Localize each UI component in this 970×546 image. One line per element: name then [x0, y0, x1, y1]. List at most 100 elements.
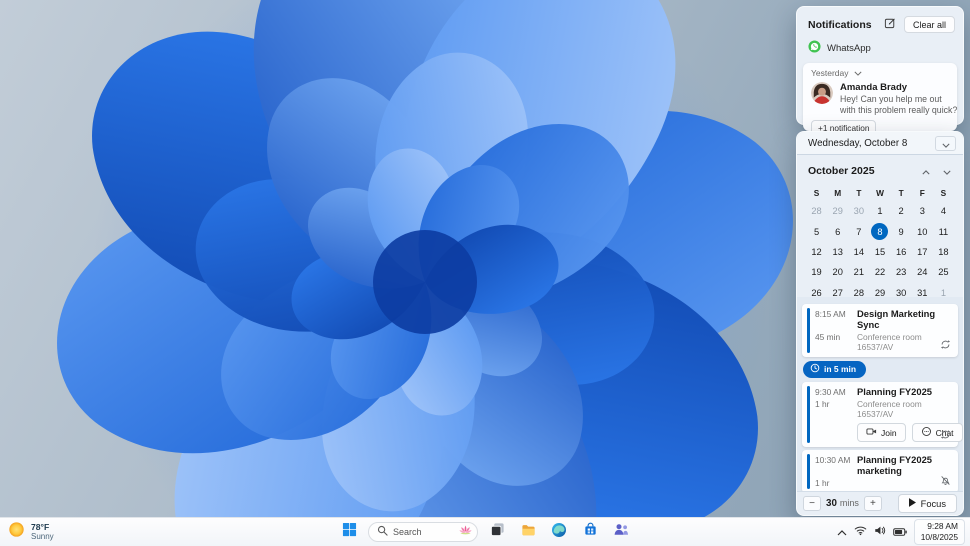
chevron-up-icon: [837, 523, 847, 541]
snooze-unit: mins: [839, 498, 859, 508]
clear-all-button[interactable]: Clear all: [903, 16, 955, 33]
snooze-duration: 30 mins: [826, 498, 859, 509]
calendar-day[interactable]: 25: [933, 262, 954, 282]
snooze-value: 30: [826, 498, 837, 509]
chevron-down-icon: [941, 136, 950, 151]
desktop: Notifications Clear all WhatsApp Yesterd…: [0, 0, 970, 546]
calendar-day[interactable]: 9: [891, 221, 912, 241]
snooze-increase-button[interactable]: +: [863, 496, 882, 511]
calendar-day[interactable]: 19: [806, 262, 827, 282]
selected-day-circle: 8: [871, 223, 889, 241]
calendar-day[interactable]: 1: [869, 201, 890, 221]
calendar-date-header: Wednesday, October 8: [808, 137, 908, 149]
file-explorer-button[interactable]: [516, 520, 540, 544]
agenda-item[interactable]: 8:15 AM Design Marketing Sync 45 min Confer…: [802, 304, 958, 357]
weather-widget[interactable]: 78°F Sunny: [8, 518, 54, 546]
sun-icon: [8, 521, 25, 543]
teams-button[interactable]: [609, 520, 633, 544]
battery-button[interactable]: [892, 523, 907, 541]
join-button[interactable]: Join: [857, 423, 906, 442]
calendar-day[interactable]: 23: [891, 262, 912, 282]
search-icon: [377, 523, 388, 541]
notification-card[interactable]: Yesterday Amanda Brady Hey! Can you help…: [803, 63, 958, 136]
calendar-day[interactable]: 11: [933, 221, 954, 241]
focus-button[interactable]: Focus: [897, 494, 957, 513]
notifications-title: Notifications: [808, 18, 872, 31]
microsoft-store-button[interactable]: [578, 520, 602, 544]
calendar-day[interactable]: 18: [933, 242, 954, 262]
taskbar: 78°F Sunny Search 9:28 AM 10/8/2025: [0, 517, 970, 546]
calendar-day[interactable]: 20: [827, 262, 848, 282]
calendar-day[interactable]: 7: [848, 221, 869, 241]
event-title: Design Marketing Sync: [857, 308, 936, 330]
recurring-icon: [940, 429, 951, 440]
calendar-day[interactable]: 12: [806, 242, 827, 262]
notification-group-whatsapp[interactable]: WhatsApp: [797, 39, 963, 63]
tray-chevron-up-button[interactable]: [837, 523, 847, 541]
calendar-day[interactable]: 16: [891, 242, 912, 262]
day-of-week-label: S: [813, 188, 820, 198]
chat-bubble-icon: [921, 426, 932, 439]
search-box[interactable]: Search: [368, 522, 478, 542]
event-accent-bar: [807, 386, 810, 443]
wifi-button[interactable]: [854, 523, 867, 541]
clock-date: 10/8/2025: [920, 532, 958, 542]
action-label: Join: [881, 427, 897, 438]
calendar-collapse-button[interactable]: [935, 135, 956, 151]
calendar-prev-month-button[interactable]: [922, 162, 930, 180]
notifications-panel: Notifications Clear all WhatsApp Yesterd…: [796, 6, 964, 136]
snooze-decrease-button[interactable]: −: [803, 496, 821, 511]
calendar-footer: − 30 mins + Focus: [797, 491, 963, 515]
notification-sender: Amanda Brady: [840, 82, 908, 93]
calendar-day[interactable]: 14: [848, 242, 869, 262]
event-title: Planning FY2025 marketing: [857, 454, 933, 476]
calendar-day[interactable]: 2: [891, 201, 912, 221]
calendar-day[interactable]: 15: [869, 242, 890, 262]
notification-app-name: WhatsApp: [827, 42, 871, 54]
chat-button[interactable]: Chat: [911, 423, 963, 442]
reminder-pill[interactable]: in 5 min: [803, 360, 867, 378]
calendar-day[interactable]: 13: [827, 242, 848, 262]
agenda-item[interactable]: 10:30 AM Planning FY2025 marketing 1 hr: [802, 450, 958, 491]
agenda-item[interactable]: 9:30 AM Planning FY2025 1 hr Conference roo…: [802, 382, 963, 447]
start-button[interactable]: [337, 520, 361, 544]
whatsapp-icon: [808, 40, 821, 56]
event-duration: 1 hr: [815, 399, 830, 409]
day-of-week-label: S: [940, 188, 947, 198]
chevron-down-icon: [943, 162, 951, 180]
day-of-week-label: F: [919, 188, 925, 198]
volume-button[interactable]: [874, 523, 886, 541]
compose-settings-icon: [884, 17, 896, 32]
day-of-week-label: T: [898, 188, 904, 198]
edge-browser-button[interactable]: [547, 520, 571, 544]
calendar-day[interactable]: 30: [848, 201, 869, 221]
weather-condition: Sunny: [31, 532, 54, 542]
calendar-next-month-button[interactable]: [943, 162, 951, 180]
task-view-icon: [490, 522, 505, 542]
calendar-day[interactable]: 4: [933, 201, 954, 221]
event-accent-bar: [807, 454, 810, 489]
calendar-day[interactable]: 21: [848, 262, 869, 282]
notification-settings-button[interactable]: [882, 15, 898, 34]
edge-icon: [551, 522, 567, 543]
day-of-week-label: M: [834, 188, 842, 198]
notification-message: Hey! Can you help me out with this probl…: [840, 94, 958, 116]
chevron-down-icon[interactable]: [853, 68, 862, 78]
calendar-day[interactable]: 10: [912, 221, 933, 241]
calendar-day[interactable]: 24: [912, 262, 933, 282]
calendar-day[interactable]: 5: [806, 221, 827, 241]
clock-widget[interactable]: 9:28 AM 10/8/2025: [913, 519, 965, 545]
agenda-list: 8:15 AM Design Marketing Sync 45 min Confer…: [797, 297, 963, 491]
calendar-day[interactable]: 29: [827, 201, 848, 221]
calendar-day[interactable]: 22: [869, 262, 890, 282]
calendar-day[interactable]: 3: [912, 201, 933, 221]
calendar-day[interactable]: 28: [806, 201, 827, 221]
calendar-day[interactable]: 17: [912, 242, 933, 262]
calendar-day[interactable]: 6: [827, 221, 848, 241]
calendar-day-selected[interactable]: 8: [869, 221, 890, 241]
store-bag-icon: [583, 522, 598, 542]
task-view-button[interactable]: [485, 520, 509, 544]
reminder-row: in 5 min: [803, 360, 958, 378]
event-duration: 1 hr: [815, 478, 830, 488]
day-of-week-label: W: [876, 188, 884, 198]
